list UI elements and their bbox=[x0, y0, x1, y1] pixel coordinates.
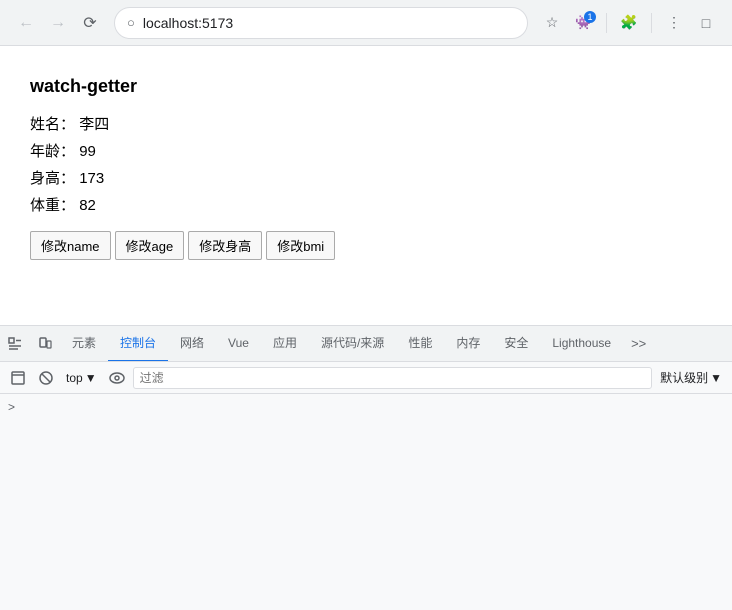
tab-network-label: 网络 bbox=[180, 334, 204, 351]
more-tabs-icon: >> bbox=[631, 336, 646, 351]
nav-buttons: ← → ⟳ bbox=[12, 9, 104, 37]
field-label-weight: 体重： bbox=[30, 197, 75, 214]
tab-memory-label: 内存 bbox=[456, 334, 480, 351]
context-label: top bbox=[66, 371, 83, 385]
page-content: watch-getter 姓名： 李四 年龄： 99 身高： 173 体重： 8… bbox=[0, 46, 732, 290]
clear-console-button[interactable] bbox=[6, 366, 30, 390]
log-level-chevron: ▼ bbox=[710, 371, 722, 385]
field-height: 身高： 173 bbox=[30, 167, 702, 188]
field-label-name: 姓名： bbox=[30, 116, 75, 133]
divider bbox=[606, 13, 607, 33]
tab-network[interactable]: 网络 bbox=[168, 326, 216, 362]
log-level-label: 默认级别 bbox=[660, 369, 708, 386]
eye-icon bbox=[109, 372, 125, 384]
page-title: watch-getter bbox=[30, 76, 702, 97]
device-icon bbox=[38, 337, 52, 351]
tab-application-label: 应用 bbox=[273, 334, 297, 351]
console-content: > bbox=[0, 394, 732, 610]
lock-icon: ○ bbox=[127, 15, 135, 30]
modify-height-button[interactable]: 修改身高 bbox=[188, 231, 262, 260]
modify-bmi-button[interactable]: 修改bmi bbox=[266, 231, 335, 260]
tab-console-label: 控制台 bbox=[120, 334, 156, 351]
reload-button[interactable]: ⟳ bbox=[76, 9, 104, 37]
tab-application[interactable]: 应用 bbox=[261, 326, 309, 362]
eye-button[interactable] bbox=[105, 366, 129, 390]
tab-memory[interactable]: 内存 bbox=[444, 326, 492, 362]
more-tabs-button[interactable]: >> bbox=[623, 326, 654, 362]
field-value-name: 李四 bbox=[79, 116, 109, 133]
console-prompt[interactable]: > bbox=[0, 398, 732, 416]
profile-button[interactable]: 👾 1 bbox=[570, 9, 598, 37]
context-select[interactable]: top ▼ bbox=[62, 369, 101, 387]
tab-vue-label: Vue bbox=[228, 336, 249, 350]
filter-input[interactable] bbox=[133, 367, 653, 389]
modify-age-button[interactable]: 修改age bbox=[115, 231, 185, 260]
field-value-age: 99 bbox=[79, 143, 96, 160]
inspect-icon bbox=[8, 337, 22, 351]
tab-elements[interactable]: 元素 bbox=[60, 326, 108, 362]
tab-performance[interactable]: 性能 bbox=[396, 326, 444, 362]
menu-button[interactable]: ⋮ bbox=[660, 9, 688, 37]
field-weight: 体重： 82 bbox=[30, 194, 702, 215]
devtools-tabs: 元素 控制台 网络 Vue 应用 源代码/来源 性能 内存 安全 Lightho… bbox=[0, 326, 732, 362]
action-buttons: 修改name 修改age 修改身高 修改bmi bbox=[30, 231, 702, 260]
devtools-panel: 元素 控制台 网络 Vue 应用 源代码/来源 性能 内存 安全 Lightho… bbox=[0, 325, 732, 610]
profile-badge: 1 bbox=[584, 11, 596, 23]
star-button[interactable]: ☆ bbox=[538, 9, 566, 37]
tab-lighthouse[interactable]: Lighthouse bbox=[540, 326, 623, 362]
clear-icon bbox=[11, 371, 25, 385]
block-button[interactable] bbox=[34, 366, 58, 390]
extensions-button[interactable]: 🧩 bbox=[615, 9, 643, 37]
tab-console[interactable]: 控制台 bbox=[108, 326, 168, 362]
back-button[interactable]: ← bbox=[12, 9, 40, 37]
field-value-height: 173 bbox=[79, 170, 104, 187]
tab-elements-label: 元素 bbox=[72, 334, 96, 351]
field-age: 年龄： 99 bbox=[30, 140, 702, 161]
browser-chrome: ← → ⟳ ○ ☆ 👾 1 🧩 ⋮ □ bbox=[0, 0, 732, 46]
window-button[interactable]: □ bbox=[692, 9, 720, 37]
tab-lighthouse-label: Lighthouse bbox=[552, 336, 611, 350]
puzzle-icon: 🧩 bbox=[620, 14, 637, 31]
address-bar: ○ bbox=[114, 7, 528, 39]
device-toolbar-icon-btn[interactable] bbox=[30, 326, 60, 362]
star-icon: ☆ bbox=[546, 14, 559, 31]
menu-icon: ⋮ bbox=[667, 14, 681, 31]
block-icon bbox=[39, 371, 53, 385]
console-arrow-icon: > bbox=[8, 400, 15, 414]
tab-security[interactable]: 安全 bbox=[492, 326, 540, 362]
field-value-weight: 82 bbox=[79, 197, 96, 214]
console-toolbar: top ▼ 默认级别 ▼ bbox=[0, 362, 732, 394]
context-chevron: ▼ bbox=[85, 371, 97, 385]
tab-vue[interactable]: Vue bbox=[216, 326, 261, 362]
inspect-element-icon-btn[interactable] bbox=[0, 326, 30, 362]
tab-sources-label: 源代码/来源 bbox=[321, 334, 384, 351]
divider2 bbox=[651, 13, 652, 33]
field-label-height: 身高： bbox=[30, 170, 75, 187]
tab-sources[interactable]: 源代码/来源 bbox=[309, 326, 396, 362]
url-input[interactable] bbox=[143, 15, 515, 31]
tab-performance-label: 性能 bbox=[408, 334, 432, 351]
field-name: 姓名： 李四 bbox=[30, 113, 702, 134]
log-level-select[interactable]: 默认级别 ▼ bbox=[656, 367, 726, 388]
modify-name-button[interactable]: 修改name bbox=[30, 231, 111, 260]
field-label-age: 年龄： bbox=[30, 143, 75, 160]
window-icon: □ bbox=[702, 15, 710, 31]
browser-actions: ☆ 👾 1 🧩 ⋮ □ bbox=[538, 9, 720, 37]
forward-button[interactable]: → bbox=[44, 9, 72, 37]
tab-security-label: 安全 bbox=[504, 334, 528, 351]
